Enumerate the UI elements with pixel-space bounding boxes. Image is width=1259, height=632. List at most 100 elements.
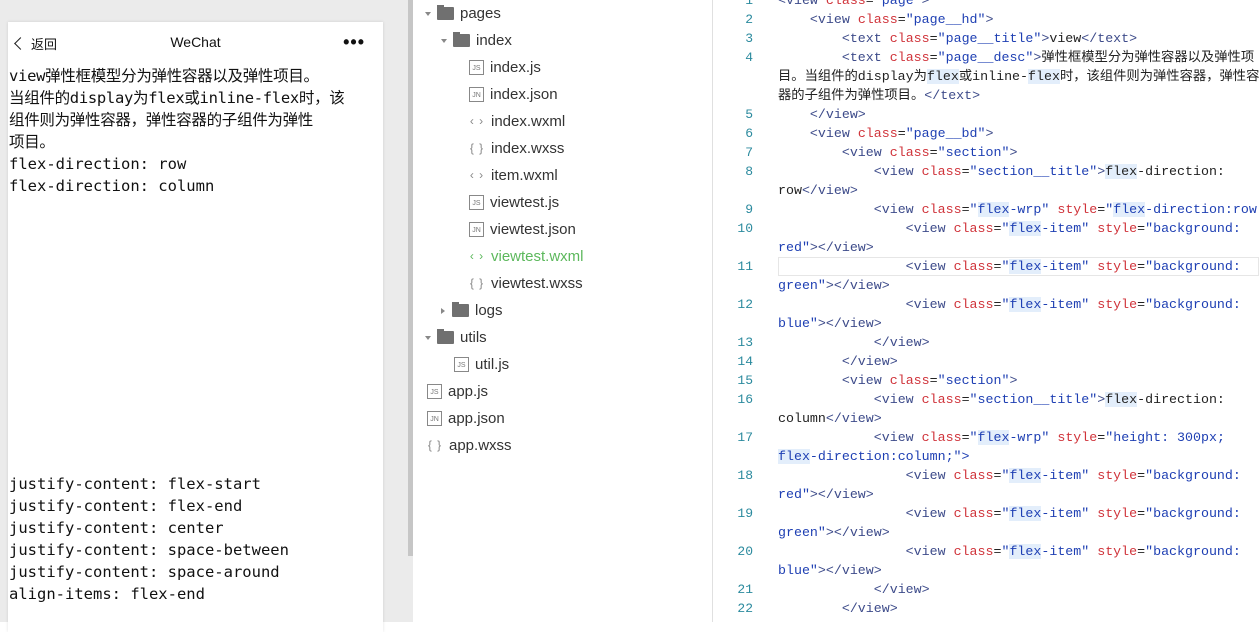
folder-utils[interactable]: utils xyxy=(425,324,487,351)
code-token-attr: style xyxy=(1097,297,1138,312)
code-line[interactable]: 5 </view> xyxy=(713,105,1259,124)
code-token-txt: = xyxy=(865,0,874,8)
folder-logs[interactable]: logs xyxy=(441,297,503,324)
code-token-tag: </view> xyxy=(809,107,866,122)
code-line[interactable]: 19 <view class="flex-item" style="backgr… xyxy=(713,504,1259,523)
code-token-strhl: flex xyxy=(1009,297,1042,312)
code-line[interactable]: 21 </view> xyxy=(713,580,1259,599)
code-line[interactable]: red"></view> xyxy=(713,238,1259,257)
code-line[interactable]: row</view> xyxy=(713,181,1259,200)
code-line[interactable]: red"></view> xyxy=(713,485,1259,504)
code-line[interactable]: 目。当组件的display为flex或inline-flex时，该组件则为弹性容… xyxy=(713,67,1259,86)
code-token-tag: > xyxy=(1097,392,1106,407)
code-line[interactable]: green"></view> xyxy=(713,276,1259,295)
file-label: logs xyxy=(475,302,503,319)
code-line[interactable]: 13 </view> xyxy=(713,333,1259,352)
code-line[interactable]: blue"></view> xyxy=(713,561,1259,580)
code-token-txt: = xyxy=(1137,259,1146,274)
code-line[interactable]: 4 <text class="page__desc">弹性框模型分为弹性容器以及… xyxy=(713,48,1259,67)
folder-pages[interactable]: pages xyxy=(425,0,501,27)
code-text: 器的子组件为弹性项目。</text> xyxy=(778,86,980,105)
code-line[interactable]: 3 <text class="page__title">view</text> xyxy=(713,29,1259,48)
code-editor[interactable]: 1 <view class="page"> 2 <view class="page_… xyxy=(713,0,1259,622)
code-line[interactable]: 16 <view class="section__title">flex-dir… xyxy=(713,390,1259,409)
code-token-tag: ></view> xyxy=(809,240,874,255)
code-token-txt: view xyxy=(1049,31,1082,46)
code-token-attr: class xyxy=(953,259,994,274)
code-token-strhl: flex xyxy=(1009,468,1042,483)
file-app-wxss[interactable]: { } app.wxss xyxy=(427,432,512,459)
line-number: 10 xyxy=(737,221,753,236)
line-number: 6 xyxy=(745,126,753,141)
file-index-wxss[interactable]: { } index.wxss xyxy=(469,135,565,162)
code-line[interactable]: blue"></view> xyxy=(713,314,1259,333)
code-token-attr: style xyxy=(1057,202,1098,217)
code-line[interactable]: 8 <view class="section__title">flex-dire… xyxy=(713,162,1259,181)
line-number: 5 xyxy=(745,107,753,122)
code-line[interactable]: flex-direction:column;"> xyxy=(713,447,1259,466)
code-token-str: -item" xyxy=(1041,221,1098,236)
code-line[interactable]: 10 <view class="flex-item" style="backgr… xyxy=(713,219,1259,238)
code-text: </view> xyxy=(778,105,866,124)
file-app-js[interactable]: JS app.js xyxy=(427,378,488,405)
line-number: 7 xyxy=(745,145,753,160)
code-token-txt: = xyxy=(1137,506,1146,521)
code-line[interactable]: 22 </view> xyxy=(713,599,1259,618)
file-util-js[interactable]: JS util.js xyxy=(454,351,509,378)
code-line[interactable]: 17 <view class="flex-wrp" style="height:… xyxy=(713,428,1259,447)
code-line[interactable]: 9 <view class="flex-wrp" style="flex-dir… xyxy=(713,200,1259,219)
section-title: flex-direction: column xyxy=(9,177,215,195)
caret-down-icon[interactable] xyxy=(425,335,431,340)
description-line: 项目。 xyxy=(9,133,55,151)
code-token-tag: ></view> xyxy=(825,525,890,540)
file-viewtest-wxml[interactable]: ‹ › viewtest.wxml xyxy=(469,243,584,270)
code-text: <view class="flex-wrp" style="flex-direc… xyxy=(778,200,1259,219)
code-line[interactable]: 18 <view class="flex-item" style="backgr… xyxy=(713,466,1259,485)
file-viewtest-wxss[interactable]: { } viewtest.wxss xyxy=(469,270,583,297)
code-line[interactable]: 14 </view> xyxy=(713,352,1259,371)
file-index-json[interactable]: JN index.json xyxy=(469,81,558,108)
code-line[interactable]: 11 <view class="flex-item" style="backgr… xyxy=(713,257,1259,276)
caret-down-icon[interactable] xyxy=(441,38,447,43)
code-text: <view class="page__bd"> xyxy=(778,124,994,143)
code-token-tag: <view xyxy=(778,0,826,8)
code-line[interactable]: 7 <view class="section"> xyxy=(713,143,1259,162)
file-viewtest-json[interactable]: JN viewtest.json xyxy=(469,216,576,243)
code-line[interactable]: 6 <view class="page__bd"> xyxy=(713,124,1259,143)
nav-title: WeChat xyxy=(170,34,221,50)
code-token-tag: > xyxy=(985,126,994,141)
code-line[interactable]: 器的子组件为弹性项目。</text> xyxy=(713,86,1259,105)
code-line[interactable]: green"></view> xyxy=(713,523,1259,542)
code-token-attr: class xyxy=(889,145,930,160)
file-viewtest-js[interactable]: JS viewtest.js xyxy=(469,189,559,216)
code-line[interactable]: 15 <view class="section"> xyxy=(713,371,1259,390)
file-label: app.js xyxy=(448,383,489,400)
code-line[interactable]: 1 <view class="page"> xyxy=(713,0,1259,10)
code-text: <view class="section"> xyxy=(778,371,1018,390)
code-text: <view class="flex-item" style="backgroun… xyxy=(778,257,1241,276)
code-text: blue"></view> xyxy=(778,561,882,580)
code-text: red"></view> xyxy=(778,485,874,504)
code-line[interactable]: column</view> xyxy=(713,409,1259,428)
ellipsis-icon[interactable]: ••• xyxy=(343,32,365,53)
caret-right-icon[interactable] xyxy=(441,307,445,314)
file-index-wxml[interactable]: ‹ › index.wxml xyxy=(469,108,565,135)
code-token-strhl: flex xyxy=(1113,202,1146,217)
folder-icon xyxy=(453,32,470,47)
file-item-wxml[interactable]: ‹ › item.wxml xyxy=(469,162,558,189)
code-line[interactable]: 12 <view class="flex-item" style="backgr… xyxy=(713,295,1259,314)
description-line: 组件则为弹性容器，弹性容器的子组件为弹性 xyxy=(9,111,314,129)
code-line[interactable]: 2 <view class="page__hd"> xyxy=(713,10,1259,29)
file-app-json[interactable]: JN app.json xyxy=(427,405,505,432)
folder-index[interactable]: index xyxy=(441,27,512,54)
section-title: justify-content: center xyxy=(9,519,224,537)
file-label: viewtest.wxss xyxy=(491,275,583,292)
code-token-attr: class xyxy=(889,31,930,46)
file-label: utils xyxy=(460,329,487,346)
file-index-js[interactable]: JS index.js xyxy=(469,54,541,81)
caret-down-icon[interactable] xyxy=(425,11,431,16)
code-line[interactable]: 20 <view class="flex-item" style="backgr… xyxy=(713,542,1259,561)
